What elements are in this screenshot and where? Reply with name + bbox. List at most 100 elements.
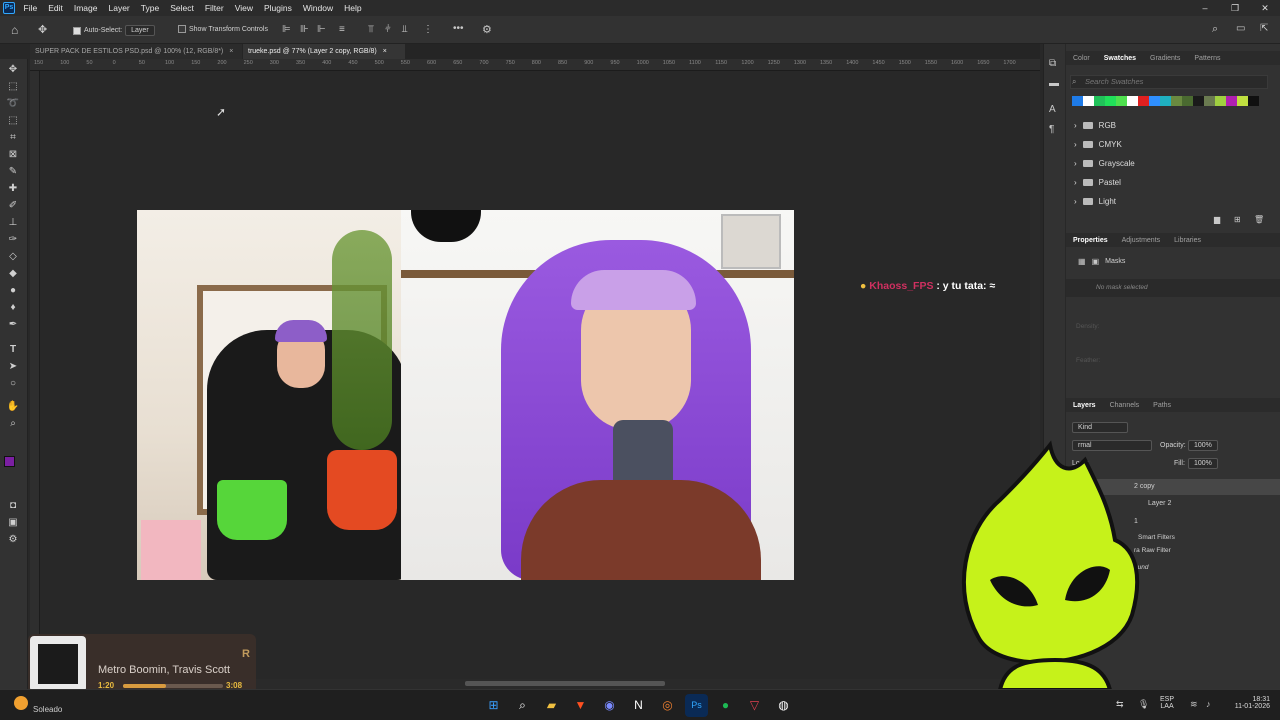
- extra-tools-icon[interactable]: ⚙: [5, 533, 21, 547]
- menu-view[interactable]: View: [235, 3, 253, 13]
- workspace-icon[interactable]: ▭: [1236, 23, 1245, 34]
- settings-gear-icon[interactable]: ⚙: [482, 23, 492, 36]
- shape-icon[interactable]: ○: [5, 377, 21, 391]
- frame-icon[interactable]: ⊠: [5, 148, 21, 162]
- healing-icon[interactable]: ✚: [5, 182, 21, 196]
- color-swatch[interactable]: [1171, 96, 1182, 106]
- comments-icon[interactable]: ▬: [1049, 78, 1059, 89]
- photoshop-taskbar-icon[interactable]: Ps: [685, 694, 708, 717]
- search-icon[interactable]: ⌕: [511, 694, 534, 717]
- tab-color[interactable]: Color: [1066, 55, 1097, 62]
- marquee-icon[interactable]: ⬚: [5, 80, 21, 94]
- menu-edit[interactable]: Edit: [48, 3, 63, 13]
- search-icon[interactable]: ⌕: [1212, 23, 1218, 36]
- color-swatch[interactable]: [1138, 96, 1149, 106]
- move-icon[interactable]: ✥: [5, 63, 21, 77]
- color-swatch[interactable]: [1160, 96, 1171, 106]
- character-icon[interactable]: A: [1049, 104, 1056, 115]
- search-swatches-input[interactable]: Search Swatches: [1070, 75, 1268, 89]
- dodge-icon[interactable]: ♦: [5, 301, 21, 315]
- color-swatch[interactable]: [1105, 96, 1116, 106]
- discord-icon[interactable]: ◉: [598, 694, 621, 717]
- color-swatch[interactable]: [1149, 96, 1160, 106]
- history-brush-icon[interactable]: ✑: [5, 233, 21, 247]
- weather-label[interactable]: Soleado: [33, 705, 62, 714]
- auto-select-checkbox[interactable]: [73, 26, 81, 35]
- color-swatch[interactable]: [1116, 96, 1127, 106]
- stamp-icon[interactable]: ⊥: [5, 216, 21, 230]
- file-explorer-icon[interactable]: ▰: [540, 694, 563, 717]
- tab-properties[interactable]: Properties: [1066, 237, 1115, 244]
- scrollbar-thumb[interactable]: [465, 681, 665, 686]
- distribute-icon[interactable]: ≡: [339, 24, 345, 35]
- color-swatch[interactable]: [1072, 96, 1083, 106]
- foreground-color-swatch[interactable]: [4, 456, 15, 467]
- eraser-icon[interactable]: ◇: [5, 250, 21, 264]
- new-swatch-icon[interactable]: ⊞: [1234, 215, 1241, 224]
- color-swatch[interactable]: [1215, 96, 1226, 106]
- tab-channels[interactable]: Channels: [1103, 402, 1147, 409]
- menu-layer[interactable]: Layer: [108, 3, 129, 13]
- history-icon[interactable]: ⧉: [1049, 58, 1056, 69]
- transform-controls-checkbox[interactable]: [178, 25, 186, 33]
- object-select-icon[interactable]: ⬚: [5, 114, 21, 128]
- quick-mask-icon[interactable]: ◘: [5, 499, 21, 513]
- menu-select[interactable]: Select: [170, 3, 194, 13]
- screen-mode-icon[interactable]: ▣: [5, 516, 21, 530]
- color-swatch[interactable]: [1193, 96, 1204, 106]
- volume-icon[interactable]: ♪: [1206, 699, 1211, 709]
- weather-sun-icon[interactable]: [14, 696, 28, 710]
- blur-icon[interactable]: ●: [5, 284, 21, 298]
- tab-patterns[interactable]: Patterns: [1187, 55, 1227, 62]
- document-image[interactable]: [137, 210, 794, 580]
- bucket-icon[interactable]: ◆: [5, 267, 21, 281]
- color-swatch[interactable]: [1083, 96, 1094, 106]
- type-icon[interactable]: T: [5, 343, 21, 357]
- close-window-button[interactable]: ✕: [1250, 0, 1280, 16]
- start-icon[interactable]: ⊞: [482, 694, 505, 717]
- maximize-button[interactable]: ❐: [1220, 0, 1250, 16]
- hand-icon[interactable]: ✋: [5, 400, 21, 414]
- align-center-icon[interactable]: ⊪: [300, 24, 309, 35]
- close-tab-icon[interactable]: ×: [383, 48, 387, 55]
- spotify-icon[interactable]: ●: [714, 694, 737, 717]
- tab-swatches[interactable]: Swatches: [1097, 55, 1143, 62]
- more-options-button[interactable]: •••: [453, 23, 464, 34]
- color-swatch[interactable]: [1094, 96, 1105, 106]
- swatch-group-rgb[interactable]: › RGB: [1066, 116, 1272, 135]
- zoom-icon[interactable]: ⌕: [5, 417, 21, 431]
- align-right-icon[interactable]: ⊩: [317, 24, 326, 35]
- pen-icon[interactable]: ✒: [5, 318, 21, 332]
- opacity-input[interactable]: 100%: [1188, 440, 1218, 451]
- swatch-group-cmyk[interactable]: › CMYK: [1066, 135, 1272, 154]
- lasso-icon[interactable]: ➰: [5, 97, 21, 111]
- share-icon[interactable]: ⇱: [1260, 23, 1268, 34]
- tab-trueke[interactable]: trueke.psd @ 77% (Layer 2 copy, RGB/8) ×: [243, 44, 405, 59]
- color-swatch[interactable]: [1237, 96, 1248, 106]
- wifi-icon[interactable]: ≋: [1190, 699, 1198, 710]
- align-bottom-icon[interactable]: ⫫: [402, 24, 408, 35]
- new-group-icon[interactable]: ▆: [1214, 215, 1220, 224]
- distribute-v-icon[interactable]: ⋮: [423, 24, 433, 35]
- swatch-group-grayscale[interactable]: › Grayscale: [1066, 154, 1272, 173]
- now-playing-widget[interactable]: R Metro Boomin, Travis Scott 1:20 3:08: [28, 634, 256, 694]
- tab-adjustments[interactable]: Adjustments: [1115, 237, 1168, 244]
- vector-mask-icon[interactable]: ▣: [1092, 257, 1100, 266]
- align-left-icon[interactable]: ⊫: [282, 24, 291, 35]
- pixel-mask-icon[interactable]: ▦: [1078, 257, 1086, 266]
- brave-icon[interactable]: ▼: [569, 694, 592, 717]
- menu-type[interactable]: Type: [141, 3, 159, 13]
- close-tab-icon[interactable]: ×: [229, 48, 233, 55]
- clock[interactable]: 18:31 11-01-2026: [1226, 696, 1270, 710]
- mic-icon[interactable]: 🎙: [1138, 699, 1149, 710]
- move-tool-icon[interactable]: ✥: [38, 23, 47, 36]
- network-icon[interactable]: ⇆: [1116, 699, 1124, 710]
- track-progress[interactable]: [123, 684, 223, 688]
- tab-super-pack[interactable]: SUPER PACK DE ESTILOS PSD.psd @ 100% (12…: [30, 44, 242, 59]
- path-select-icon[interactable]: ➤: [5, 360, 21, 374]
- tab-layers[interactable]: Layers: [1066, 402, 1103, 409]
- menu-filter[interactable]: Filter: [205, 3, 224, 13]
- color-swatch[interactable]: [1204, 96, 1215, 106]
- brush-icon[interactable]: ✐: [5, 199, 21, 213]
- swatch-group-light[interactable]: › Light: [1066, 192, 1272, 211]
